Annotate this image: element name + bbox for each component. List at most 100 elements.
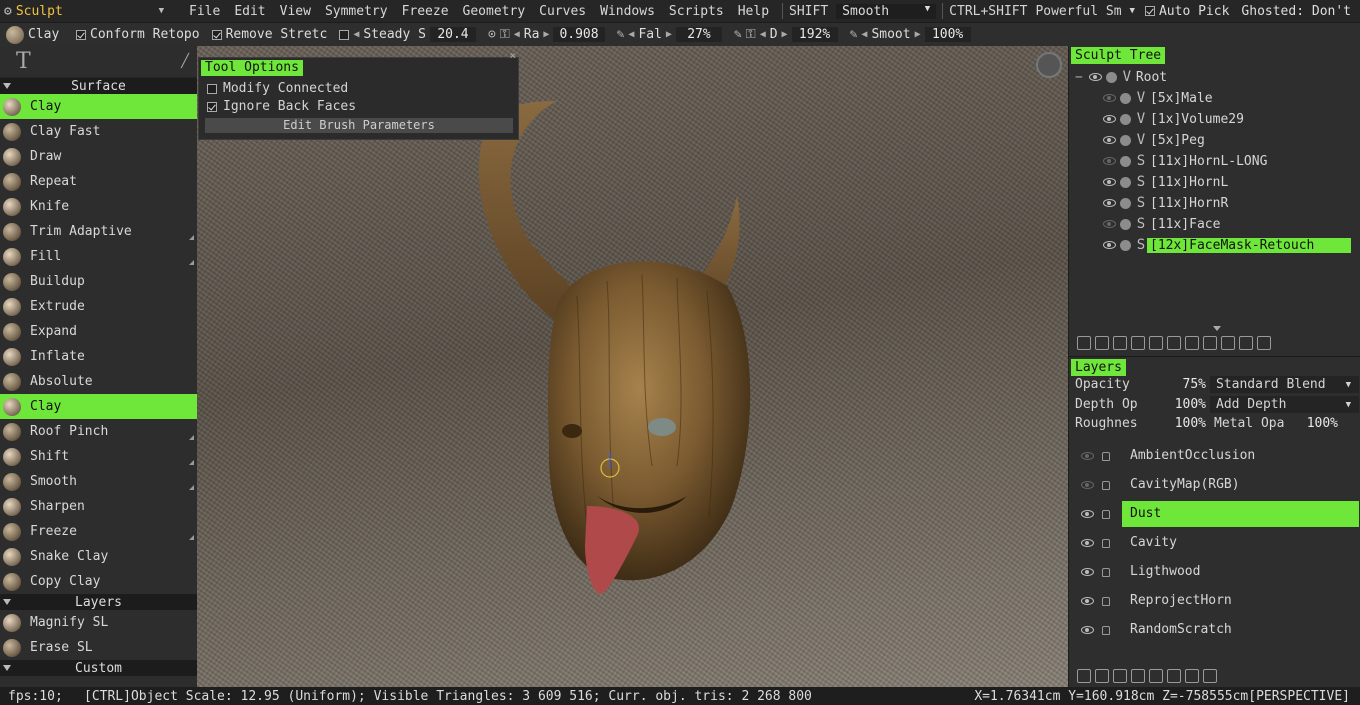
tree-node[interactable]: S [11x]HornR [1103, 193, 1231, 213]
remove-stretch-checkbox[interactable] [211, 29, 222, 40]
modify-connected-checkbox[interactable] [207, 83, 217, 94]
decrement-icon[interactable]: ◀ [514, 29, 520, 40]
text-tool-icon[interactable]: T [16, 49, 31, 74]
brush-freeze[interactable]: Freeze [0, 519, 197, 544]
metal-label[interactable]: Metal Opa [1210, 416, 1290, 431]
current-tool[interactable]: Clay [0, 25, 70, 44]
brush-smooth[interactable]: Smooth [0, 469, 197, 494]
tree-node[interactable]: V [5x]Male [1103, 88, 1216, 108]
pen-pressure-icon[interactable]: ✎ [617, 27, 625, 42]
tree-node-label[interactable]: [5x]Male [1147, 91, 1216, 106]
lock-icon[interactable]: ⚿ [746, 27, 756, 42]
menu-file[interactable]: File [182, 4, 227, 19]
section-layers[interactable]: Layers [0, 594, 197, 610]
modify-connected-option[interactable]: Modify Connected [207, 81, 348, 96]
brush-extrude[interactable]: Extrude [0, 294, 197, 319]
tree-node-label[interactable]: [1x]Volume29 [1147, 112, 1247, 127]
3d-viewport[interactable] [197, 46, 1068, 687]
tree-node-label[interactable]: [11x]HornR [1147, 196, 1231, 211]
tree-node-label[interactable]: Root [1133, 70, 1170, 85]
ghost-dot-icon[interactable] [1120, 113, 1131, 125]
decrement-icon[interactable]: ◀ [760, 29, 766, 40]
ctrlshift-brush-selector[interactable]: CTRL+SHIFT Powerful Sm ▼ [949, 4, 1135, 19]
workspace-selector[interactable]: ⚙ Sculpt ▼ [0, 0, 170, 22]
clone-icon[interactable] [1095, 336, 1109, 350]
brush-knife[interactable]: Knife [0, 194, 197, 219]
decrement-icon[interactable]: ◀ [628, 29, 634, 40]
tree-node[interactable]: − V Root [1075, 67, 1170, 87]
layer-item[interactable]: RandomScratch [1069, 617, 1359, 643]
ignore-back-faces-checkbox[interactable] [207, 101, 217, 112]
falloff-control[interactable]: ✎ ◀ Fal ▶ 27% [611, 27, 728, 42]
visibility-eye-icon[interactable] [1081, 452, 1094, 460]
expand-icon[interactable] [1213, 326, 1221, 331]
menu-help[interactable]: Help [731, 4, 776, 19]
merge-down-icon[interactable] [1185, 669, 1199, 683]
brush-clay-fast[interactable]: Clay Fast [0, 119, 197, 144]
increment-icon[interactable]: ▶ [782, 29, 788, 40]
delete-icon[interactable] [1239, 336, 1253, 350]
conform-retopo-checkbox[interactable] [76, 29, 86, 40]
brush-repeat[interactable]: Repeat [0, 169, 197, 194]
duplicate-icon[interactable] [1131, 669, 1145, 683]
remove-stretch-toggle[interactable]: Remove Stretc [206, 27, 334, 42]
lock-icon[interactable] [1102, 596, 1110, 606]
more-options-icon[interactable] [189, 535, 194, 540]
ghost-dot-icon[interactable] [1120, 134, 1131, 146]
layer-item[interactable]: Ligthwood [1069, 559, 1359, 585]
brush-fill[interactable]: Fill [0, 244, 197, 269]
pen-pressure-icon[interactable]: ✎ [734, 27, 742, 42]
sculpt-model[interactable] [197, 46, 1068, 687]
steady-value[interactable]: 20.4 [429, 27, 476, 42]
tree-node[interactable]: S [11x]HornL [1103, 172, 1231, 192]
depth-mode-select[interactable]: Add Depth ▼ [1210, 396, 1359, 413]
menu-windows[interactable]: Windows [593, 4, 662, 19]
navigation-gizmo-icon[interactable] [1036, 52, 1062, 78]
visibility-eye-icon[interactable] [1081, 481, 1094, 489]
lock-icon[interactable] [1102, 480, 1110, 490]
tree-node[interactable]: V [1x]Volume29 [1103, 109, 1247, 129]
layer-name[interactable]: Ligthwood [1122, 559, 1359, 585]
menu-view[interactable]: View [273, 4, 318, 19]
pen-pressure-icon[interactable]: ✎ [850, 27, 858, 42]
radius-control[interactable]: ⊙ ⚿ ◀ Ra ▶ 0.908 [482, 27, 611, 42]
pen-icon[interactable]: ╱ [181, 54, 189, 69]
section-custom[interactable]: Custom [0, 660, 197, 676]
brush-copy-clay[interactable]: Copy Clay [0, 569, 197, 594]
visibility-eye-icon[interactable] [1103, 199, 1116, 207]
brush-inflate[interactable]: Inflate [0, 344, 197, 369]
more-options-icon[interactable] [189, 260, 194, 265]
roughness-value[interactable]: 100% [1154, 416, 1210, 431]
depth-value[interactable]: 192% [791, 27, 838, 42]
visibility-eye-icon[interactable] [1088, 73, 1102, 81]
ghost-dot-icon[interactable] [1120, 239, 1131, 251]
layer-name[interactable]: CavityMap(RGB) [1122, 472, 1359, 498]
smooth-control[interactable]: ✎ ◀ Smoot ▶ 100% [844, 27, 977, 42]
increment-icon[interactable]: ▶ [543, 29, 549, 40]
add-volume-icon[interactable] [1077, 336, 1091, 350]
decrement-icon[interactable]: ◀ [861, 29, 867, 40]
menu-scripts[interactable]: Scripts [662, 4, 731, 19]
brush-sharpen[interactable]: Sharpen [0, 494, 197, 519]
auto-pick-checkbox[interactable] [1144, 6, 1155, 16]
mirror-icon[interactable] [1185, 336, 1199, 350]
visibility-eye-icon[interactable] [1103, 115, 1116, 123]
visibility-eye-icon[interactable] [1081, 597, 1094, 605]
layer-item[interactable]: Dust [1069, 501, 1359, 527]
brush-magnify-sl[interactable]: Magnify SL [0, 610, 197, 635]
lock-icon[interactable] [1102, 538, 1110, 548]
tree-node-label[interactable]: [5x]Peg [1147, 133, 1208, 148]
brush-snake-clay[interactable]: Snake Clay [0, 544, 197, 569]
layer-name[interactable]: RandomScratch [1122, 617, 1359, 643]
depth-opacity-value[interactable]: 100% [1154, 397, 1210, 412]
merge-icon[interactable] [1149, 336, 1163, 350]
close-icon[interactable]: × [509, 49, 516, 62]
depth-opacity-label[interactable]: Depth Op [1069, 397, 1154, 412]
visibility-eye-icon[interactable] [1081, 568, 1094, 576]
layer-name[interactable]: Cavity [1122, 530, 1359, 556]
menu-curves[interactable]: Curves [532, 4, 593, 19]
ghosted-selector[interactable]: Ghosted: Don't [1235, 4, 1357, 19]
shell-icon[interactable] [1131, 336, 1145, 350]
collapse-icon[interactable]: − [1075, 70, 1083, 85]
layer-name[interactable]: ReprojectHorn [1122, 588, 1359, 614]
